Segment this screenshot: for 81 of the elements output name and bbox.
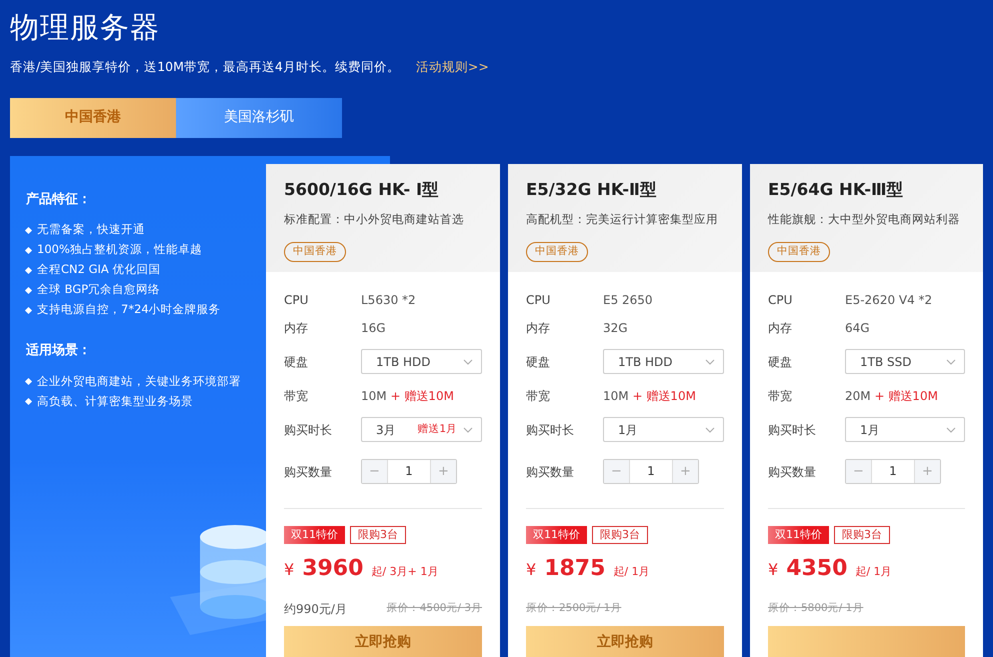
memory-value: 32G (603, 320, 628, 337)
product-description: 高配机型：完美运行计算密集型应用 (526, 210, 719, 228)
memory-value: 16G (361, 320, 386, 337)
field-label: 购买数量 (526, 464, 575, 481)
field-label: 硬盘 (526, 354, 551, 371)
field-label: 内存 (284, 320, 309, 337)
price-unit: 起/ 1月 (613, 564, 650, 580)
disk-select[interactable]: 1TB HDD (361, 349, 482, 374)
chevron-down-icon (946, 358, 956, 365)
section-heading: 适用场景： (26, 342, 92, 360)
region-tab[interactable]: 美国洛杉矶 (176, 98, 342, 138)
field-label: 带宽 (526, 388, 551, 405)
currency-symbol: ¥ (284, 559, 294, 582)
field-label: 内存 (526, 320, 551, 337)
duration-select[interactable]: 1月 (845, 417, 965, 442)
product-name: E5/32G HK-Ⅱ型 (526, 178, 658, 201)
promo-badge: 双11特价 (768, 526, 829, 544)
feature-item: 高负载、计算密集型业务场景 (26, 390, 266, 411)
chevron-down-icon (463, 358, 473, 365)
field-label: 购买时长 (284, 422, 333, 439)
limit-badge: 限购3台 (350, 526, 406, 544)
field-label: CPU (284, 292, 310, 309)
feature-item: 无需备案，快速开通 (26, 219, 266, 240)
bandwidth-value: 20M + 赠送10M (845, 388, 938, 405)
chevron-down-icon (705, 426, 715, 433)
price: 3960 (302, 555, 364, 584)
region-tag: 中国香港 (768, 242, 830, 262)
buy-button[interactable] (768, 626, 965, 657)
limit-badge: 限购3台 (834, 526, 890, 544)
original-price: 原价：4500元/ 3月 (386, 601, 482, 616)
field-label: 硬盘 (768, 354, 793, 371)
promo-badge: 双11特价 (526, 526, 587, 544)
original-price: 原价：5800元/ 1月 (768, 601, 864, 616)
price: 1875 (544, 555, 606, 584)
region-tag: 中国香港 (284, 242, 346, 262)
product-description: 性能旗舰：大中型外贸电商网站利器 (768, 210, 961, 228)
field-label: CPU (526, 292, 552, 309)
field-label: 购买数量 (284, 464, 333, 481)
product-description: 标准配置：中小外贸电商建站首选 (284, 210, 465, 228)
disk-select[interactable]: 1TB SSD (845, 349, 965, 374)
cpu-value: E5 2650 (603, 292, 653, 309)
section-heading: 产品特征： (26, 190, 92, 209)
rules-link[interactable]: 活动规则>> (416, 59, 489, 74)
bandwidth-value: 10M + 赠送10M (361, 388, 454, 405)
feature-item: 企业外贸电商建站，关键业务环境部署 (26, 370, 266, 391)
product-name: 5600/16G HK- Ⅰ型 (284, 178, 440, 201)
duration-select[interactable]: 3月 赠送1月 (361, 417, 482, 442)
subtitle: 香港/美国独服享特价，送10M带宽，最高再送4月时长。续费同价。 (10, 59, 400, 74)
field-label: CPU (768, 292, 794, 309)
feature-item: 全程CN2 GIA 优化回国 (26, 259, 266, 280)
feature-item: 支持电源自控，7*24小时金牌服务 (26, 299, 266, 320)
feature-item: 全球 BGP冗余自愈网络 (26, 279, 266, 300)
promo-badge: 双11特价 (284, 526, 345, 544)
chevron-down-icon (705, 358, 715, 365)
field-label: 带宽 (284, 388, 309, 405)
region-tag: 中国香港 (526, 242, 588, 262)
field-label: 带宽 (768, 388, 793, 405)
duration-select[interactable]: 1月 (603, 417, 724, 442)
original-price: 原价：2500元/ 1月 (526, 601, 622, 616)
feature-item: 100%独占整机资源，性能卓越 (26, 239, 266, 260)
price: 4350 (786, 555, 848, 584)
cpu-value: L5630 *2 (361, 292, 416, 309)
field-label: 购买时长 (768, 422, 817, 439)
currency-symbol: ¥ (526, 559, 536, 582)
field-label: 购买时长 (526, 422, 575, 439)
price-unit: 起/ 3月+ 1月 (371, 564, 438, 580)
cpu-value: E5-2620 V4 *2 (845, 292, 932, 309)
disk-select[interactable]: 1TB HDD (603, 349, 724, 374)
monthly-price: 约990元/月 (284, 601, 347, 618)
limit-badge: 限购3台 (592, 526, 648, 544)
price-unit: 起/ 1月 (855, 564, 892, 580)
field-label: 硬盘 (284, 354, 309, 371)
bandwidth-value: 10M + 赠送10M (603, 388, 696, 405)
field-label: 购买数量 (768, 464, 817, 481)
page-title: 物理服务器 (10, 13, 161, 42)
chevron-down-icon (463, 426, 473, 433)
currency-symbol: ¥ (768, 559, 778, 582)
memory-value: 64G (845, 320, 870, 337)
field-label: 内存 (768, 320, 793, 337)
product-name: E5/64G HK-Ⅲ型 (768, 178, 905, 201)
chevron-down-icon (946, 426, 956, 433)
